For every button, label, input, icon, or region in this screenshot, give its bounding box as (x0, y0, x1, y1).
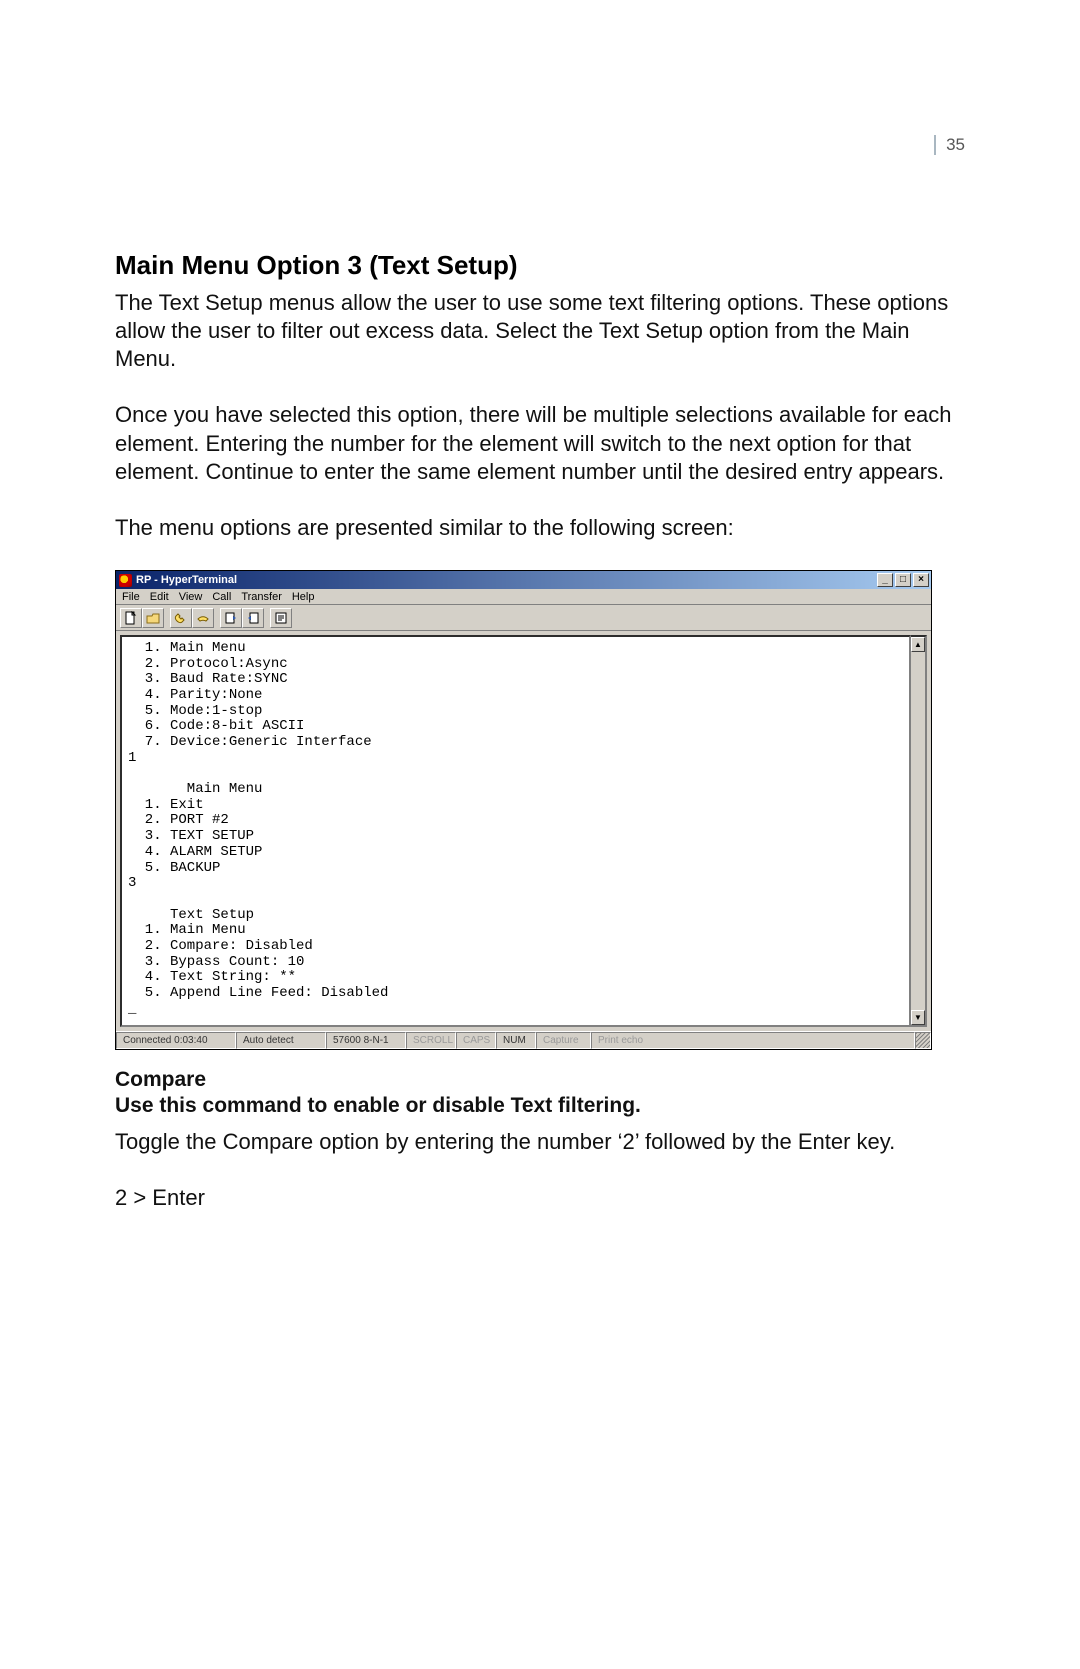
compare-body-wrap: Toggle the Compare option by entering th… (115, 1128, 965, 1212)
resize-grip-icon[interactable] (915, 1032, 931, 1049)
terminal-output[interactable]: 1. Main Menu 2. Protocol:Async 3. Baud R… (120, 635, 911, 1027)
scroll-down-icon[interactable]: ▼ (911, 1010, 925, 1025)
status-caps: CAPS (456, 1032, 496, 1049)
client-area: 1. Main Menu 2. Protocol:Async 3. Baud R… (116, 631, 931, 1031)
hangup-icon[interactable] (192, 608, 214, 628)
menu-transfer[interactable]: Transfer (241, 591, 282, 603)
app-icon (119, 574, 132, 587)
window-title: RP - HyperTerminal (136, 574, 237, 586)
vertical-scrollbar[interactable]: ▲ ▼ (911, 635, 927, 1027)
menu-view[interactable]: View (179, 591, 203, 603)
compare-subheading: Use this command to enable or disable Te… (115, 1094, 965, 1118)
paragraph-2: Once you have selected this option, ther… (115, 401, 965, 485)
scroll-up-icon[interactable]: ▲ (911, 637, 925, 652)
titlebar: RP - HyperTerminal _ □ × (116, 571, 931, 589)
maximize-button[interactable]: □ (895, 573, 911, 587)
paragraph-1: The Text Setup menus allow the user to u… (115, 289, 965, 373)
menubar: File Edit View Call Transfer Help (116, 589, 931, 605)
body-text: The Text Setup menus allow the user to u… (115, 289, 965, 542)
close-button[interactable]: × (913, 573, 929, 587)
status-detect: Auto detect (236, 1032, 326, 1049)
page-number: 35 (934, 135, 965, 155)
properties-icon[interactable] (270, 608, 292, 628)
new-icon[interactable] (120, 608, 142, 628)
compare-body: Toggle the Compare option by entering th… (115, 1128, 965, 1156)
menu-call[interactable]: Call (212, 591, 231, 603)
status-num: NUM (496, 1032, 536, 1049)
minimize-button[interactable]: _ (877, 573, 893, 587)
paragraph-3: The menu options are presented similar t… (115, 514, 965, 542)
receive-icon[interactable] (242, 608, 264, 628)
compare-command: 2 > Enter (115, 1184, 965, 1212)
status-capture: Capture (536, 1032, 591, 1049)
status-scroll: SCROLL (406, 1032, 456, 1049)
status-printecho: Print echo (591, 1032, 915, 1049)
open-icon[interactable] (142, 608, 164, 628)
status-connected: Connected 0:03:40 (116, 1032, 236, 1049)
toolbar (116, 605, 931, 631)
document-page: 35 Main Menu Option 3 (Text Setup) The T… (0, 0, 1080, 1669)
send-icon[interactable] (220, 608, 242, 628)
menu-help[interactable]: Help (292, 591, 315, 603)
section-heading: Main Menu Option 3 (Text Setup) (115, 250, 965, 281)
menu-file[interactable]: File (122, 591, 140, 603)
compare-heading: Compare (115, 1068, 965, 1092)
hyperterminal-window: RP - HyperTerminal _ □ × File Edit View … (115, 570, 932, 1050)
dial-icon[interactable] (170, 608, 192, 628)
status-bar: Connected 0:03:40 Auto detect 57600 8-N-… (116, 1031, 931, 1049)
menu-edit[interactable]: Edit (150, 591, 169, 603)
status-settings: 57600 8-N-1 (326, 1032, 406, 1049)
